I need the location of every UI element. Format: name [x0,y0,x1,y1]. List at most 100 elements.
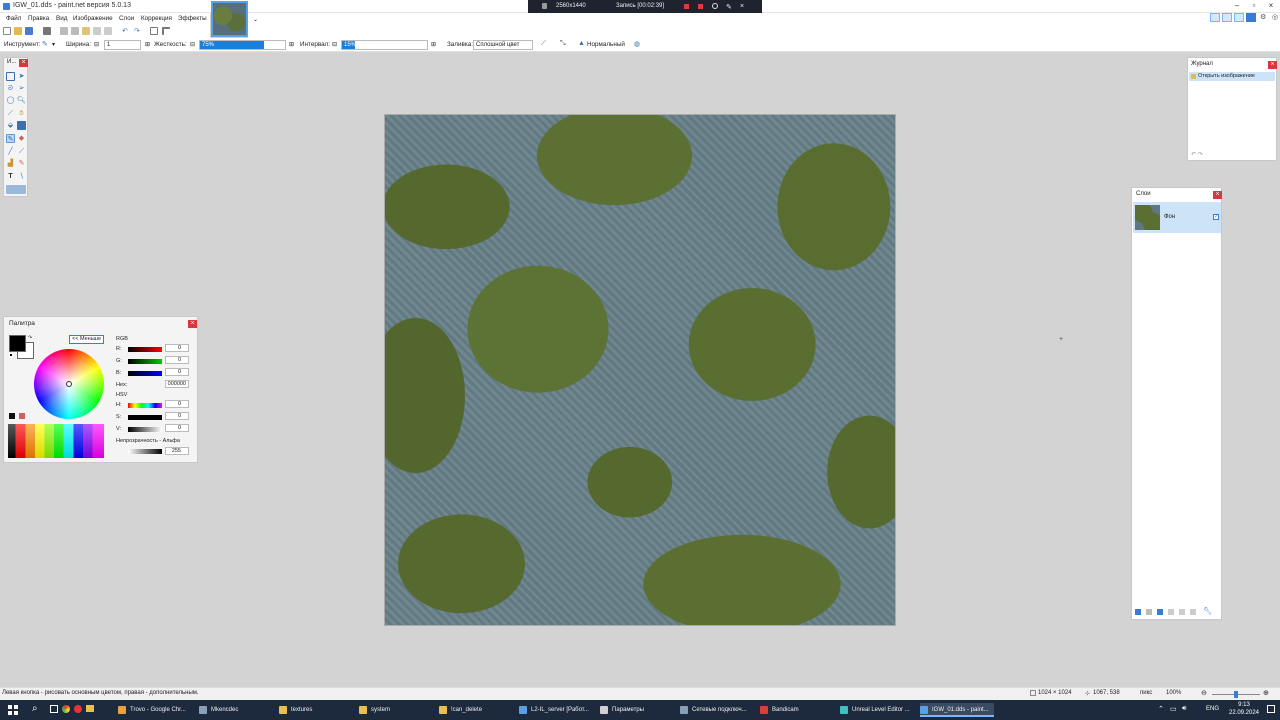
menu-adjustments[interactable]: Коррекция [141,15,172,22]
taskbar-item[interactable]: Trovo - Google Chr... [118,703,190,717]
zoom-value[interactable]: 100% [1166,690,1181,696]
s-slider[interactable] [128,415,162,420]
task-view-icon[interactable] [50,705,58,713]
v-slider[interactable] [128,427,162,432]
taskbar-item[interactable]: L2-IL_server [Работ... [519,703,591,717]
antialias-icon[interactable]: ⟋ [541,40,546,48]
delete-layer-icon[interactable] [1146,609,1152,615]
menu-image[interactable]: Изображение [73,15,113,22]
sampling-icon[interactable]: ◍ [634,40,640,48]
save-icon[interactable] [25,27,33,35]
taskbar-item[interactable]: !can_delete [439,703,511,717]
menu-file[interactable]: Файл [6,15,21,22]
magic-wand-icon[interactable]: ⟋ [6,109,15,118]
pencil-icon[interactable]: ✎ [726,3,732,11]
settings-gear-icon[interactable]: ⚙ [1260,13,1266,21]
move-selection-icon[interactable]: ➢ [17,84,26,93]
interval-increase-icon[interactable]: ⊞ [431,41,436,48]
stop-icon[interactable] [698,4,703,9]
new-file-icon[interactable] [3,27,11,35]
history-toggle-icon[interactable] [1222,13,1232,22]
taskbar-item[interactable]: Bandicam [760,703,832,717]
layers-close-icon[interactable]: × [1213,191,1222,199]
language-indicator[interactable]: ENG [1206,706,1219,712]
help-icon[interactable]: ◎ [1272,13,1278,21]
add-layer-icon[interactable] [1135,609,1141,615]
interval-decrease-icon[interactable]: ⊟ [332,41,337,48]
taskbar-item[interactable]: system [359,703,431,717]
layer-visibility-checkbox[interactable]: ✓ [1213,214,1219,220]
camera-icon[interactable] [712,3,718,9]
taskbar-item[interactable]: textures [279,703,351,717]
move-selected-icon[interactable]: ➤ [17,72,26,81]
fill-select[interactable]: Сплошной цвет [473,40,533,50]
h-slider[interactable] [128,403,162,408]
layer-properties-icon[interactable]: 🔧︎ [1203,607,1212,615]
recording-close-icon[interactable]: × [740,3,744,10]
zoom-in-icon[interactable]: ⊕ [1263,689,1269,697]
paint-bucket-icon[interactable]: ⬙ [6,121,15,130]
v-input[interactable]: 0 [165,424,189,432]
menu-edit[interactable]: Правка [28,15,49,22]
less-button[interactable]: << Меньше [69,335,105,344]
volume-icon[interactable]: 🔊︎ [1182,705,1186,713]
cut-icon[interactable] [60,27,68,35]
eraser-icon[interactable]: ◆ [17,134,26,143]
palette-close-icon[interactable]: × [188,320,197,328]
brush-tool-icon[interactable]: ✎ [42,40,48,48]
palette-add-icon[interactable] [19,413,25,419]
zoom-out-icon[interactable]: ⊖ [1201,689,1207,697]
image-thumbnail-tab[interactable] [211,1,248,37]
pan-icon[interactable]: ✋︎ [17,109,26,118]
ellipse-select-icon[interactable]: ◯ [6,96,15,105]
network-icon[interactable]: ▭ [1170,705,1177,713]
color-wheel-cursor[interactable] [66,381,72,387]
layers-toggle-icon[interactable] [1234,13,1244,22]
crop-icon[interactable] [93,27,101,35]
paste-icon[interactable] [82,27,90,35]
chrome-icon[interactable] [62,705,70,713]
h-input[interactable]: 0 [165,400,189,408]
menu-layers[interactable]: Слои [119,15,134,22]
hex-input[interactable]: 000000 [165,380,189,388]
pencil-tool-icon[interactable]: ╱ [6,147,15,156]
b-slider[interactable] [128,371,162,376]
gradient-icon[interactable] [17,121,26,130]
hardness-increase-icon[interactable]: ⊞ [289,41,294,48]
maximize-button[interactable]: ▫ [1247,1,1261,11]
colors-toggle-icon[interactable] [1246,13,1256,22]
g-slider[interactable] [128,359,162,364]
tray-chevron-icon[interactable]: ⌃ [1158,705,1164,713]
lasso-icon[interactable]: ᘐ [6,84,15,93]
clock-date[interactable]: 22.09.2024 [1224,710,1264,716]
reset-colors-icon[interactable] [9,353,13,357]
duplicate-layer-icon[interactable] [1157,609,1163,615]
r-input[interactable]: 0 [165,344,189,352]
undo-icon[interactable]: ↶ [122,27,128,35]
menu-view[interactable]: Вид [56,15,67,22]
taskbar-item[interactable]: Mkencdec [199,703,271,717]
hardness-decrease-icon[interactable]: ⊟ [190,41,195,48]
search-icon[interactable]: ⌕ [32,703,38,714]
deselect-icon[interactable] [104,27,112,35]
opacity-input[interactable]: 255 [165,447,189,455]
line-curve-icon[interactable]: ∖ [17,172,26,181]
units-select[interactable]: пикс [1140,690,1152,696]
taskbar-item[interactable]: Сетевые подключ... [680,703,752,717]
open-file-icon[interactable] [14,27,22,35]
close-button[interactable]: × [1264,1,1278,11]
zoom-icon[interactable]: 🔍︎ [17,96,26,105]
minimize-button[interactable]: – [1230,1,1244,11]
shapes-icon[interactable] [6,185,26,194]
s-input[interactable]: 0 [165,412,189,420]
copy-icon[interactable] [71,27,79,35]
history-item[interactable]: Открыть изображение [1189,72,1275,81]
grid-icon[interactable] [150,27,158,35]
clock-time[interactable]: 9:13 [1232,702,1256,708]
ruler-icon[interactable] [162,27,170,35]
layer-row[interactable]: Фон ✓ [1133,202,1221,233]
redo-icon[interactable]: ↷ [134,27,140,35]
width-input[interactable]: 1 [104,40,141,50]
blend-toggle-icon[interactable]: ⤡ [560,40,566,48]
pause-icon[interactable] [684,4,689,9]
